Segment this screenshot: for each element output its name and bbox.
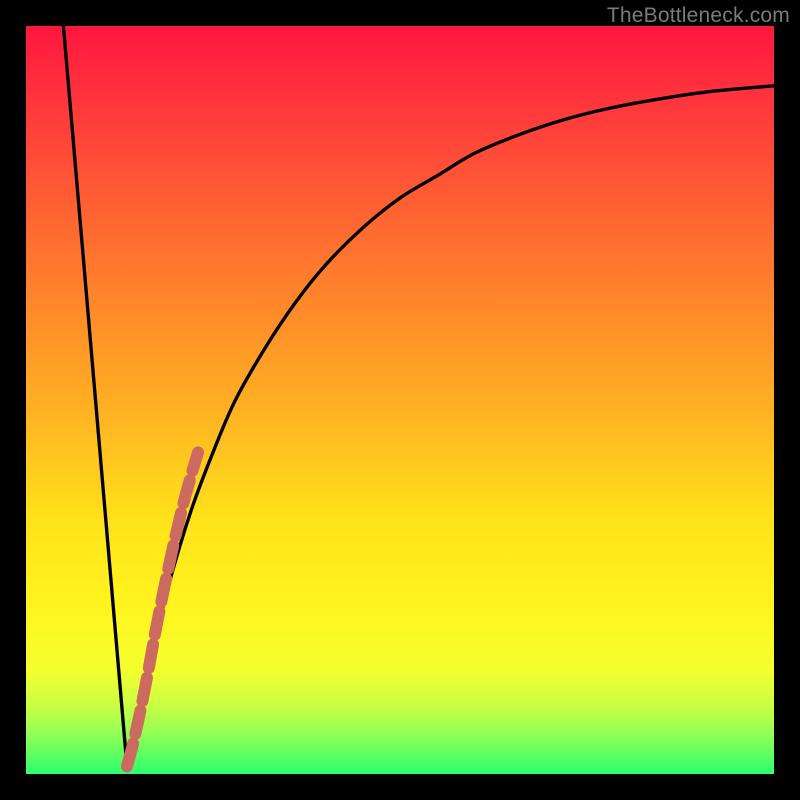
chart-frame: TheBottleneck.com (0, 0, 800, 800)
chart-plot-area (26, 26, 774, 774)
highlight-segment (127, 452, 198, 766)
chart-svg (26, 26, 774, 774)
curve-left-descent (63, 26, 127, 767)
watermark-text: TheBottleneck.com (607, 4, 790, 28)
curve-right-recovery (127, 86, 774, 767)
